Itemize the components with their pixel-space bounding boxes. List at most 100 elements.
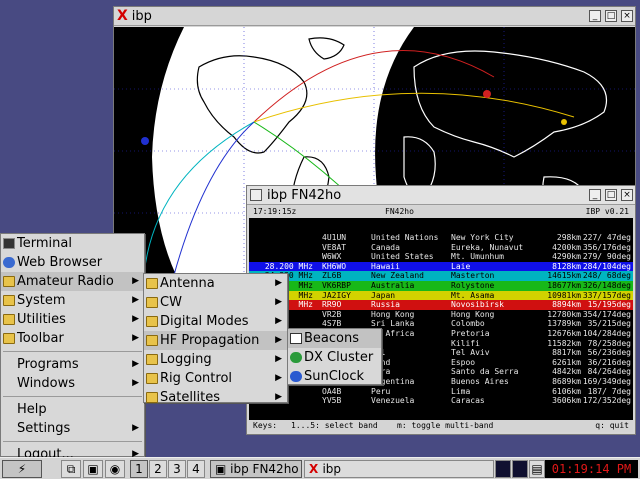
folder-icon: [146, 354, 158, 365]
beacon-country: Peru: [371, 386, 391, 396]
beacon-country: Hawaii: [371, 261, 400, 271]
maximize-icon[interactable]: □: [605, 189, 617, 201]
folder-icon: [3, 333, 15, 344]
workspace-4-button[interactable]: 4: [187, 460, 205, 478]
menu-item-dx-cluster[interactable]: DX Cluster: [288, 348, 381, 367]
beacon-distance: 4842km: [552, 367, 581, 377]
menu-item-digital-modes[interactable]: Digital Modes ▶: [144, 312, 287, 331]
beacon-country: Australia: [371, 280, 415, 290]
taskbar[interactable]: ⚡ ⧉ ▣ ◉ 1 2 3 4 ▣ ibp FN42ho X ibp ▤ 01:…: [0, 457, 640, 479]
menu-item-hf-propagation[interactable]: HF Propagation ▶: [144, 331, 287, 350]
terminal-launcher-button[interactable]: ▣: [83, 460, 103, 478]
beacon-distance: 6261km: [552, 357, 581, 367]
beacon-bearing: 78/258deg: [587, 338, 631, 348]
folder-icon: [146, 373, 158, 384]
beacon-location: Hong Kong: [451, 309, 495, 319]
pager-cell-2[interactable]: [512, 460, 528, 478]
beacon-distance: 13789km: [547, 319, 581, 329]
beacon-location: New York City: [451, 233, 514, 242]
menu-item-windows[interactable]: Windows ▶: [1, 374, 144, 393]
map-window-titlebar[interactable]: X ibp _ □ ×: [114, 7, 635, 26]
mixer-icon[interactable]: ▤: [529, 460, 545, 478]
beacon-location: Mt. Asama: [451, 290, 495, 300]
submenu-arrow-icon: ▶: [275, 278, 282, 288]
terminal-icon: ▣: [87, 462, 99, 476]
menu-item-utilities[interactable]: Utilities ▶: [1, 310, 144, 329]
menu-item-cw[interactable]: CW ▶: [144, 293, 287, 312]
beacon-location: Caracas: [451, 396, 485, 406]
beacon-location: Novosibirsk: [451, 300, 504, 310]
beacon-location: Tel Aviv: [451, 348, 490, 358]
folder-icon: [146, 316, 158, 327]
beacon-callsign: ZL6B: [322, 271, 342, 281]
beacon-row: MHz RR9O Russia Novosibirsk 8894km 15/195deg: [249, 300, 633, 310]
beacon-row: 4U1UN United Nations New York City 298km 227…: [249, 233, 633, 243]
taskbar-clock[interactable]: 01:19:14 PM: [545, 460, 638, 478]
beacon-distance: 8817km: [552, 348, 581, 358]
task-ibp[interactable]: X ibp: [304, 460, 494, 478]
folder-icon: [3, 314, 15, 325]
menu-item-terminal[interactable]: Terminal: [1, 234, 144, 253]
menu-item-logging[interactable]: Logging ▶: [144, 350, 287, 369]
minimize-icon[interactable]: _: [589, 10, 601, 22]
close-icon[interactable]: ×: [621, 10, 633, 22]
amateur-radio-menu[interactable]: Antenna ▶ CW ▶ Digital Modes ▶ HF Propag…: [143, 273, 288, 405]
beacon-callsign: VE8AT: [322, 242, 347, 252]
beacon-row: 28.200 MHz KH6WO Hawaii Laie 8128km 284/104de…: [249, 261, 633, 272]
beacon-distance: 4200km: [552, 242, 581, 252]
menu-item-sunclock[interactable]: SunClock: [288, 367, 381, 386]
submenu-arrow-icon: ▶: [275, 392, 282, 402]
x-logo-icon[interactable]: X: [117, 8, 128, 24]
beacon-distance: 14615km: [547, 271, 581, 281]
close-icon[interactable]: ×: [621, 189, 633, 201]
beacon-bearing: 84/264deg: [587, 367, 631, 377]
multi-band-hint: m: toggle multi-band: [397, 421, 494, 430]
show-desktop-button[interactable]: ⧉: [61, 460, 81, 478]
x-logo-icon: X: [309, 462, 323, 476]
beacon-bearing: 169/349deg: [582, 376, 631, 386]
menu-item-programs[interactable]: Programs ▶: [1, 355, 144, 374]
menu-item-settings[interactable]: Settings ▶: [1, 419, 144, 438]
beacon-location: Espoo: [451, 357, 476, 367]
workspace-1-button[interactable]: 1: [130, 460, 148, 478]
workspace-3-button[interactable]: 3: [168, 460, 186, 478]
maximize-icon[interactable]: □: [605, 10, 617, 22]
menu-item-web-browser[interactable]: Web Browser: [1, 253, 144, 272]
folder-icon: [146, 392, 158, 403]
beacon-country: United States: [371, 252, 434, 262]
browser-launcher-button[interactable]: ◉: [105, 460, 125, 478]
menu-item-help[interactable]: Help: [1, 400, 144, 419]
folder-icon: [3, 276, 15, 287]
start-menu-button[interactable]: ⚡: [2, 460, 42, 478]
beacon-bearing: 356/176deg: [582, 242, 631, 252]
beacon-location: Lima: [451, 386, 471, 396]
menu-item-satellites[interactable]: Satellites ▶: [144, 388, 287, 407]
workspace-2-button[interactable]: 2: [149, 460, 167, 478]
beacon-location: Santo da Serra: [451, 367, 519, 377]
menu-item-antenna[interactable]: Antenna ▶: [144, 274, 287, 293]
root-menu[interactable]: Terminal Web Browser Amateur Radio ▶ Sys…: [0, 233, 145, 462]
menu-item-beacons[interactable]: Beacons: [288, 329, 381, 348]
minimize-icon[interactable]: _: [589, 189, 601, 201]
menu-item-rig-control[interactable]: Rig Control ▶: [144, 369, 287, 388]
task-ibp-fn42ho[interactable]: ▣ ibp FN42ho: [210, 460, 302, 478]
beacon-bearing: 279/ 90deg: [582, 252, 631, 262]
beacon-country: Canada: [371, 242, 400, 252]
beacon-location: Colombo: [451, 319, 485, 329]
menu-item-amateur-radio[interactable]: Amateur Radio ▶: [1, 272, 144, 291]
beacon-location: Masterton: [451, 271, 495, 281]
beacon-distance: 12780km: [547, 309, 581, 319]
menu-item-toolbar[interactable]: Toolbar ▶: [1, 329, 144, 348]
menu-item-system[interactable]: System ▶: [1, 291, 144, 310]
beacon-country: New Zealand: [371, 271, 424, 281]
beacon-location: Mt. Umunhum: [451, 252, 504, 262]
beacon-callsign: RR9O: [322, 300, 342, 310]
submenu-arrow-icon: ▶: [275, 354, 282, 364]
terminal-window[interactable]: ibp FN42ho _ □ × 17:19:15z FN42ho IBP v0…: [246, 185, 636, 435]
hf-propagation-menu[interactable]: Beacons DX Cluster SunClock: [287, 328, 382, 385]
beacon-bearing: 187/ 7deg: [587, 386, 631, 396]
beacon-country: Japan: [371, 290, 396, 300]
pager-cell-1[interactable]: [495, 460, 511, 478]
terminal-output[interactable]: 17:19:15z FN42ho IBP v0.21 4U1UN United N…: [249, 206, 633, 432]
terminal-titlebar[interactable]: ibp FN42ho _ □ ×: [247, 186, 635, 205]
